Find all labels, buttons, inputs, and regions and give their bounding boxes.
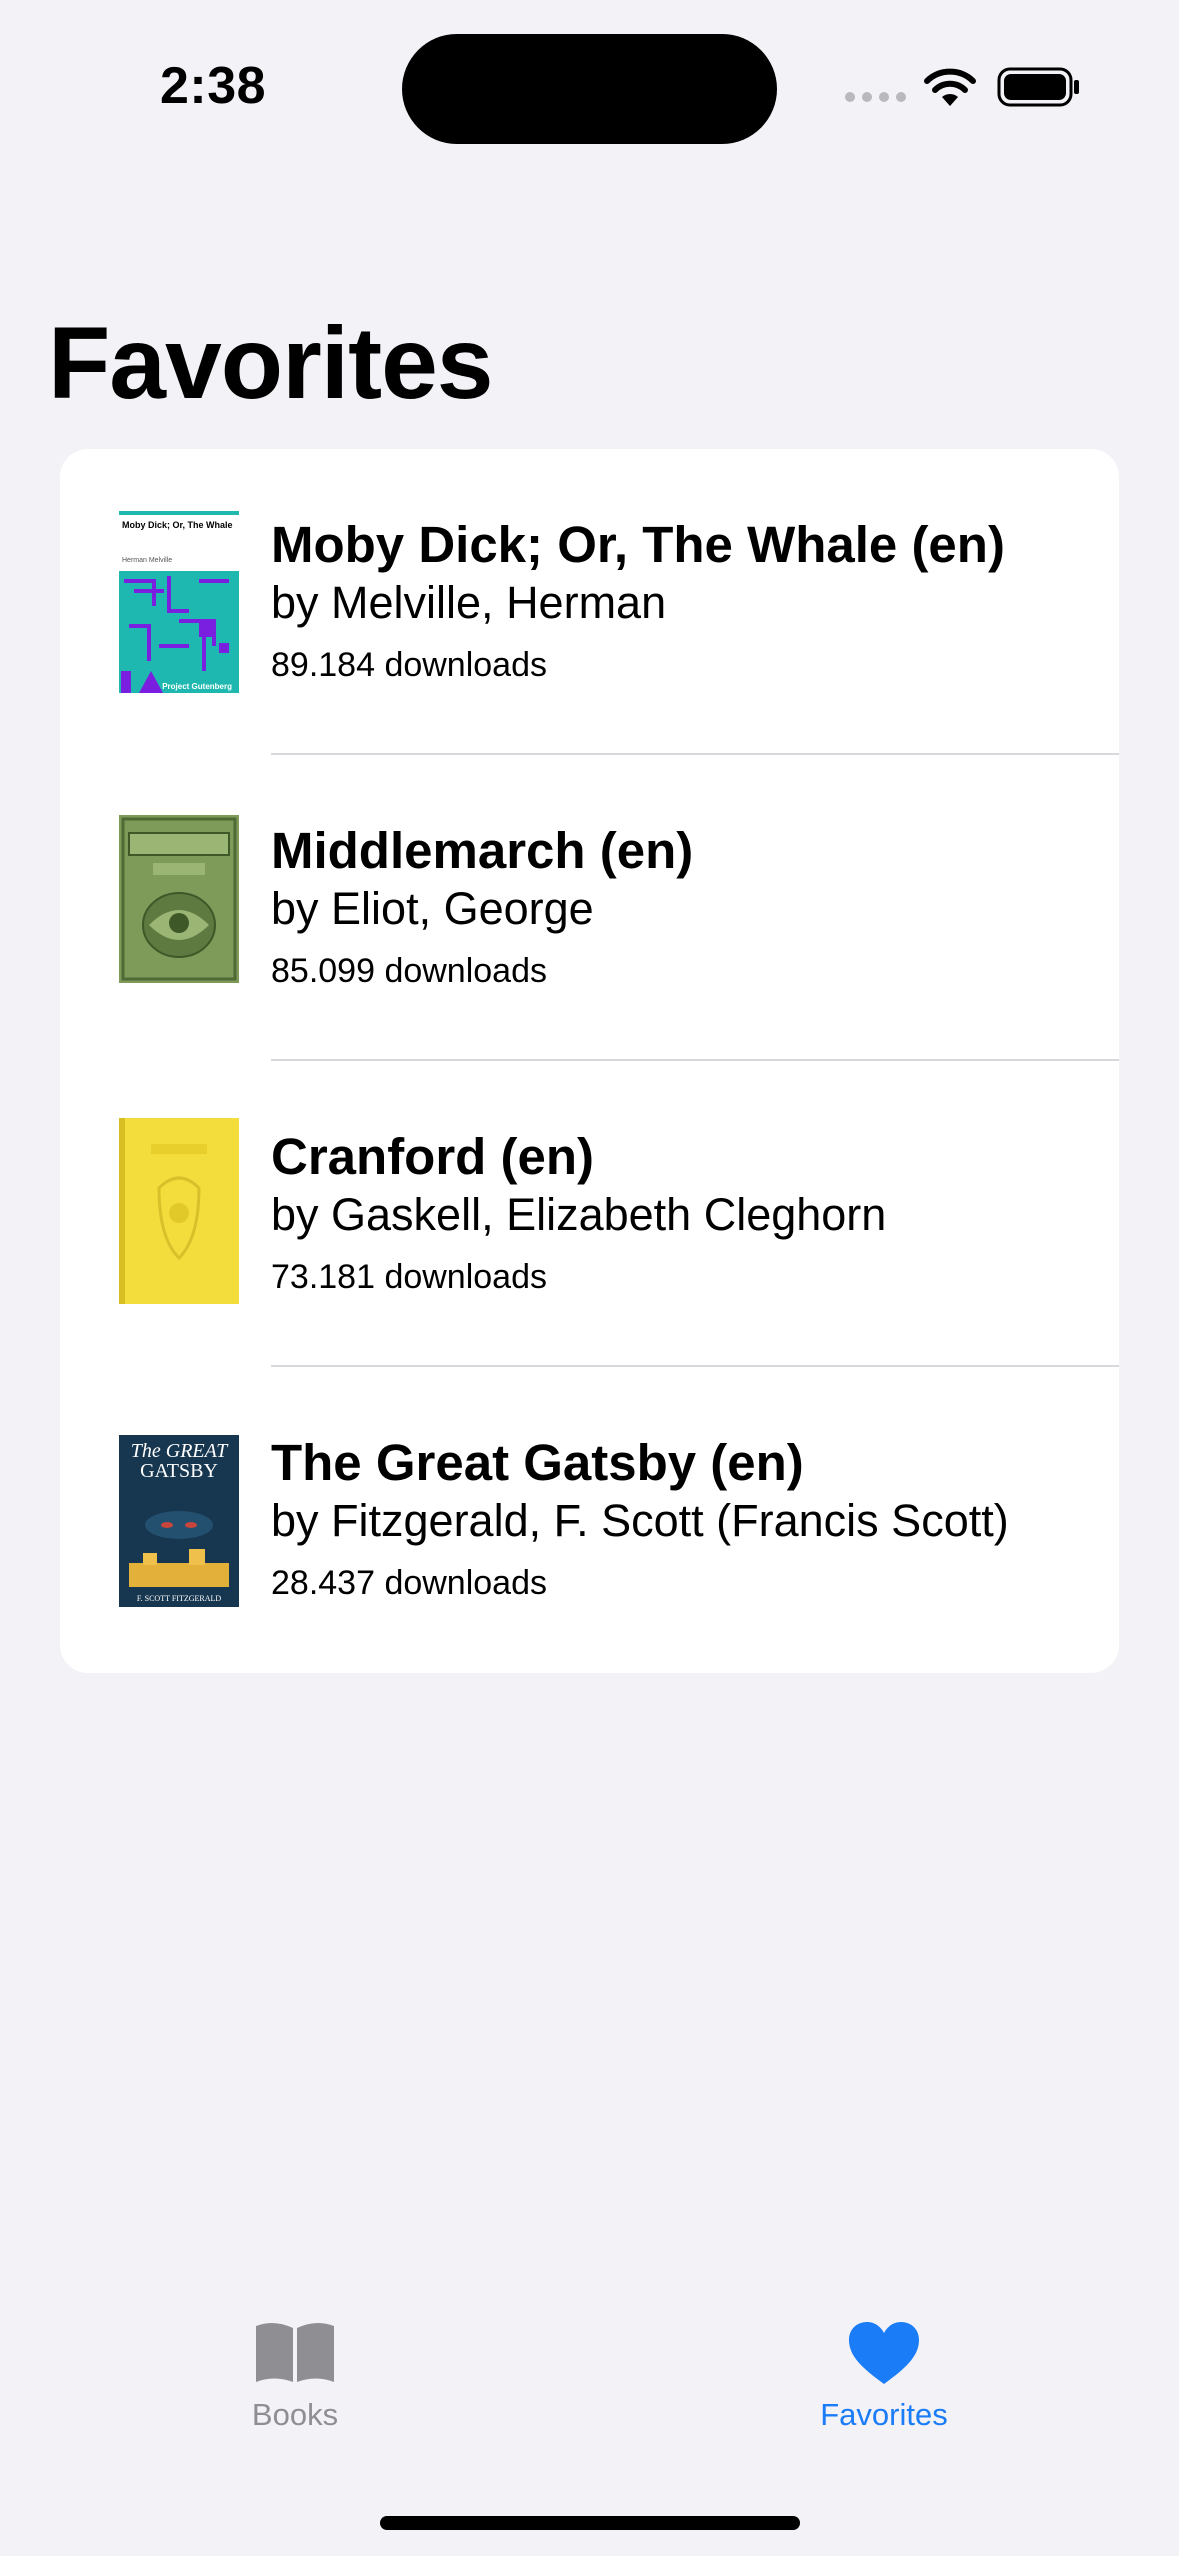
list-item[interactable]: The GREAT GATSBY F. SCOTT FITZGERALD The… xyxy=(60,1367,1119,1673)
book-cover-image: The GREAT GATSBY F. SCOTT FITZGERALD xyxy=(119,1435,239,1607)
download-count: 73.181 downloads xyxy=(271,1258,548,1296)
tab-favorites[interactable]: Favorites xyxy=(784,2320,984,2433)
book-author: by Fitzgerald, F. Scott (Francis Scott) xyxy=(271,1495,1009,1546)
book-title: Cranford (en) xyxy=(271,1128,594,1185)
list-item[interactable]: Moby Dick; Or, The Whale Herman Melville… xyxy=(60,449,1119,755)
tab-label: Favorites xyxy=(820,2397,948,2432)
book-title: Middlemarch (en) xyxy=(271,822,694,879)
download-count: 28.437 downloads xyxy=(271,1564,548,1602)
book-icon xyxy=(256,2322,334,2382)
dynamic-island xyxy=(402,34,777,144)
book-cover-image xyxy=(119,1118,239,1304)
heart-icon xyxy=(849,2322,919,2384)
tab-label: Books xyxy=(251,2397,339,2432)
book-author: by Melville, Herman xyxy=(271,577,667,628)
cover-publisher: Project Gutenberg xyxy=(162,682,232,691)
cover-heading: The GREAT xyxy=(131,1440,229,1462)
book-title: The Great Gatsby (en) xyxy=(271,1434,804,1491)
page-title: Favorites xyxy=(48,306,494,420)
favorites-list: Moby Dick; Or, The Whale Herman Melville… xyxy=(60,449,1119,1673)
book-author: by Gaskell, Elizabeth Cleghorn xyxy=(271,1189,887,1240)
book-title: Moby Dick; Or, The Whale (en) xyxy=(271,516,1005,573)
book-cover-image xyxy=(119,815,239,983)
favorites-screen: 2:38 Favorites Moby Dick; Or, The Whale … xyxy=(0,0,1179,2556)
cellular-signal-icon xyxy=(845,92,906,102)
list-item[interactable]: Cranford (en) by Gaskell, Elizabeth Cleg… xyxy=(60,1061,1119,1367)
cover-heading: GATSBY xyxy=(140,1460,218,1482)
download-count: 89.184 downloads xyxy=(271,646,548,684)
cover-footer: F. SCOTT FITZGERALD xyxy=(137,1594,222,1603)
status-time: 2:38 xyxy=(160,57,267,115)
cover-subheading: Herman Melville xyxy=(122,557,172,564)
download-count: 85.099 downloads xyxy=(271,952,548,990)
book-author: by Eliot, George xyxy=(271,883,594,934)
cover-heading: Moby Dick; Or, The Whale xyxy=(122,520,233,530)
list-item[interactable]: Middlemarch (en) by Eliot, George 85.099… xyxy=(60,755,1119,1061)
book-cover-image: Moby Dick; Or, The Whale Herman Melville… xyxy=(119,511,239,693)
home-indicator xyxy=(380,2516,800,2530)
wifi-icon xyxy=(924,68,976,106)
tab-books[interactable]: Books xyxy=(195,2320,395,2433)
battery-icon xyxy=(997,67,1079,107)
